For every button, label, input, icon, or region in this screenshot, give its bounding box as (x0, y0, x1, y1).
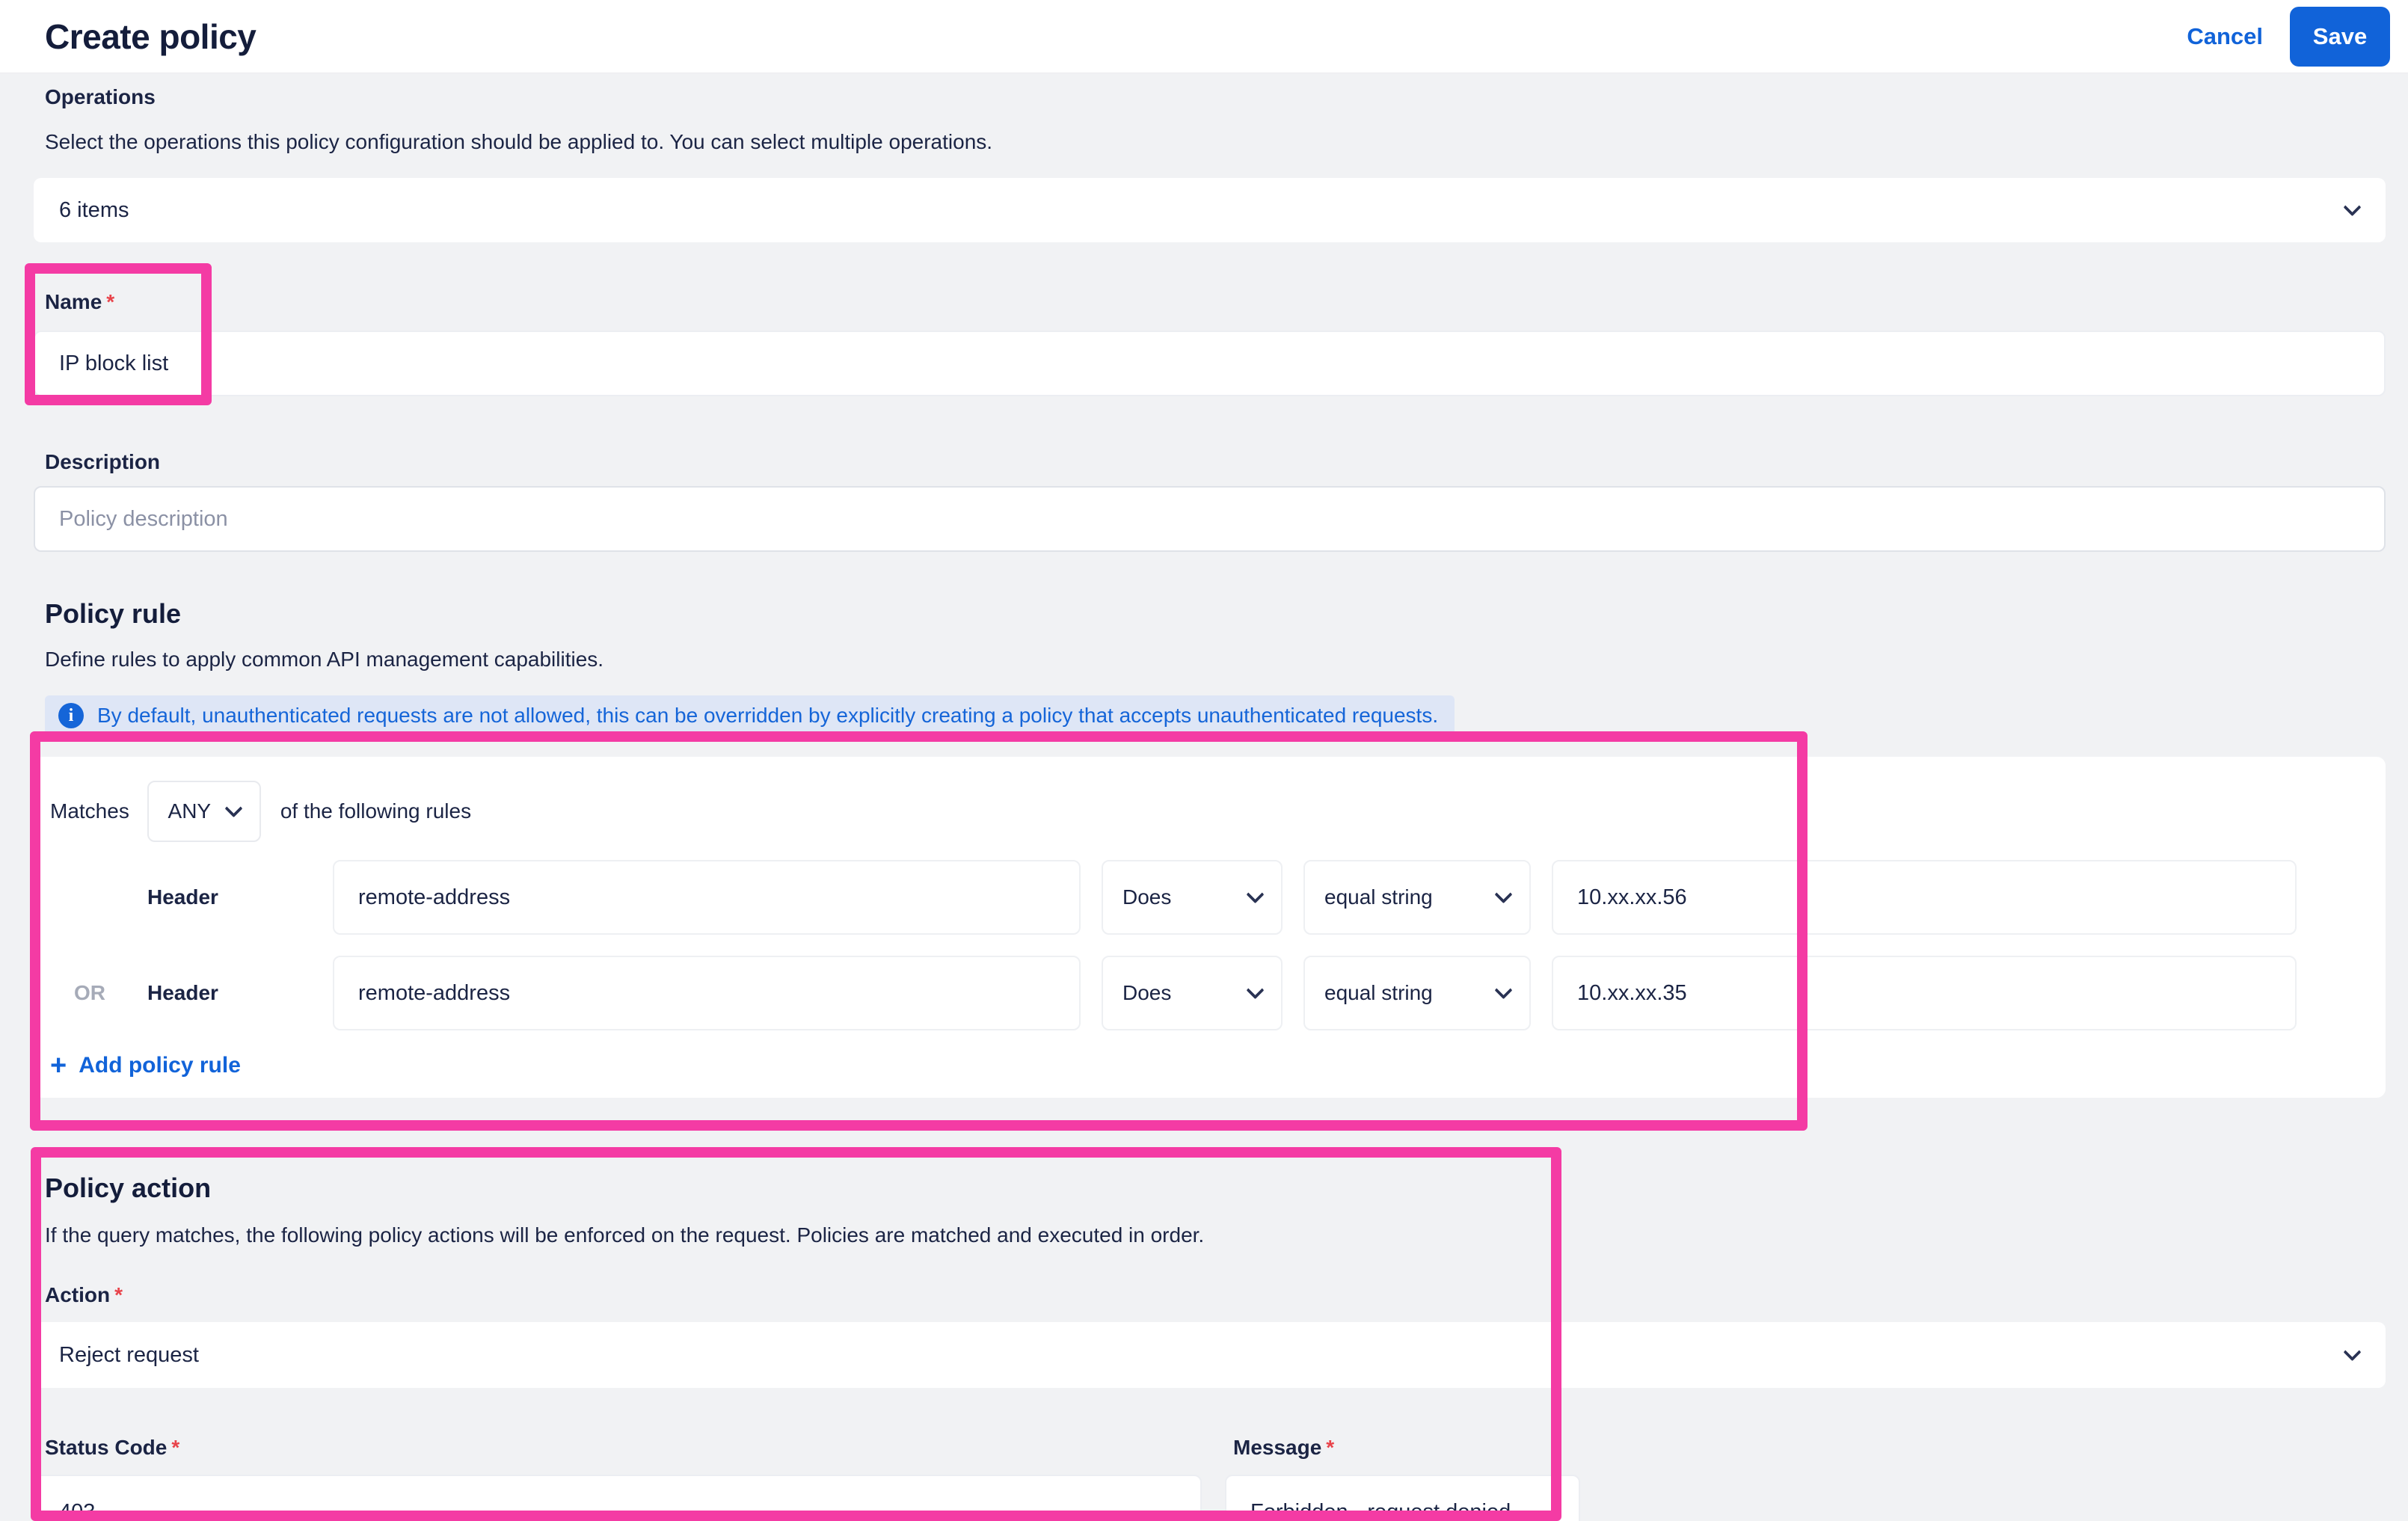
chevron-down-icon (224, 799, 243, 817)
matches-row: Matches ANY of the following rules (44, 781, 2386, 842)
action-select[interactable]: Reject request (34, 1322, 2386, 1388)
name-label: Name * (45, 290, 115, 313)
plus-icon: + (50, 1050, 67, 1081)
action-selected-value: Reject request (59, 1342, 199, 1367)
rule-row: OR Header Does equal string (44, 956, 2386, 1030)
matches-suffix: of the following rules (280, 799, 472, 823)
matches-select[interactable]: ANY (147, 781, 261, 842)
or-label: OR (74, 981, 105, 1004)
rule-key-input[interactable] (333, 860, 1081, 935)
rule-does-select[interactable]: Does (1102, 860, 1283, 935)
operations-label: Operations (45, 85, 156, 108)
rule-does-select[interactable]: Does (1102, 956, 1283, 1030)
operations-description: Select the operations this policy config… (45, 130, 993, 153)
policy-action-heading: Policy action (45, 1173, 212, 1203)
required-asterisk: * (171, 1436, 180, 1459)
rule-operator-select[interactable]: equal string (1303, 860, 1531, 935)
rules-list: Header Does equal string OR Header Does (44, 860, 2386, 1030)
rule-operator-select[interactable]: equal string (1303, 956, 1531, 1030)
status-message-row: Status Code* Message* (34, 1436, 2386, 1521)
info-banner: i By default, unauthenticated requests a… (45, 695, 1455, 736)
description-input[interactable] (34, 486, 2386, 552)
policy-rule-card: Matches ANY of the following rules Heade… (34, 757, 2386, 1098)
chevron-down-icon (2343, 1342, 2362, 1361)
rule-row: Header Does equal string (44, 860, 2386, 935)
required-asterisk: * (1326, 1436, 1335, 1459)
required-asterisk: * (114, 1283, 123, 1306)
action-label: Action * (45, 1283, 123, 1306)
chevron-down-icon (1246, 885, 1265, 903)
required-asterisk: * (106, 290, 115, 313)
rule-value-input[interactable] (1552, 860, 2297, 935)
chevron-down-icon (1494, 980, 1513, 999)
rule-type-label: Header (147, 981, 218, 1004)
matches-value: ANY (168, 799, 212, 823)
rule-key-input[interactable] (333, 956, 1081, 1030)
chevron-down-icon (1494, 885, 1513, 903)
cancel-button[interactable]: Cancel (2187, 23, 2263, 50)
topbar: Create policy Cancel Save (0, 0, 2408, 73)
chevron-down-icon (1246, 980, 1265, 999)
page-title: Create policy (45, 16, 257, 56)
chevron-down-icon (2343, 197, 2362, 216)
add-policy-rule-button[interactable]: + Add policy rule (50, 1050, 2386, 1081)
name-input[interactable] (34, 331, 2386, 396)
message-input[interactable] (1225, 1475, 1580, 1521)
status-code-label: Status Code * (45, 1436, 180, 1459)
info-icon: i (58, 703, 84, 728)
matches-label: Matches (50, 799, 129, 823)
add-policy-rule-label: Add policy rule (79, 1053, 241, 1078)
policy-rule-description: Define rules to apply common API managem… (45, 648, 604, 671)
policy-rule-heading: Policy rule (45, 598, 182, 629)
operations-select[interactable]: 6 items (34, 178, 2386, 242)
message-label: Message * (1233, 1436, 1335, 1459)
info-banner-text: By default, unauthenticated requests are… (97, 704, 1439, 727)
save-button[interactable]: Save (2290, 6, 2390, 67)
status-code-input[interactable] (34, 1475, 1202, 1521)
create-policy-form: Operations Select the operations this po… (0, 73, 2408, 1521)
rule-type-label: Header (147, 885, 218, 909)
policy-action-description: If the query matches, the following poli… (45, 1223, 1205, 1247)
description-label: Description (45, 450, 161, 473)
operations-selected-value: 6 items (59, 197, 129, 222)
rule-value-input[interactable] (1552, 956, 2297, 1030)
